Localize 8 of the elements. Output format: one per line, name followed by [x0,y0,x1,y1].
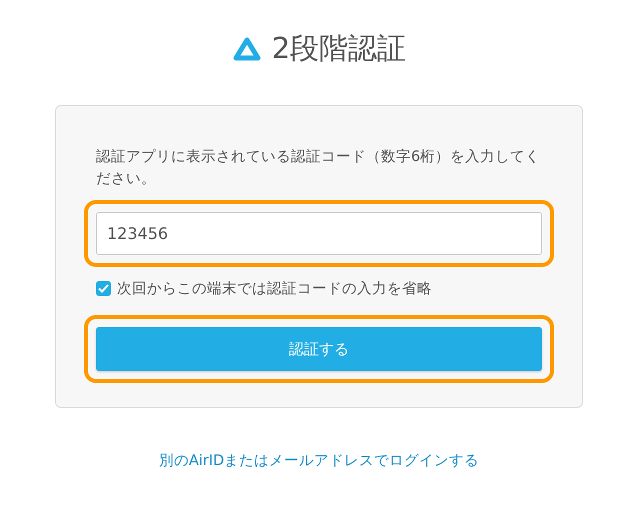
verify-button[interactable]: 認証する [96,327,542,371]
code-input-field[interactable]: 123456 [96,212,542,255]
page-title: 2段階認証 [272,30,406,67]
logo-icon [232,36,262,62]
checkbox[interactable] [96,281,111,296]
alternate-login-link[interactable]: 別のAirIDまたはメールアドレスでログインする [158,451,480,470]
checkbox-label: 次回からこの端末では認証コードの入力を省略 [117,280,432,298]
instruction-text: 認証アプリに表示されている認証コード（数字6桁）を入力してください。 [96,148,542,189]
